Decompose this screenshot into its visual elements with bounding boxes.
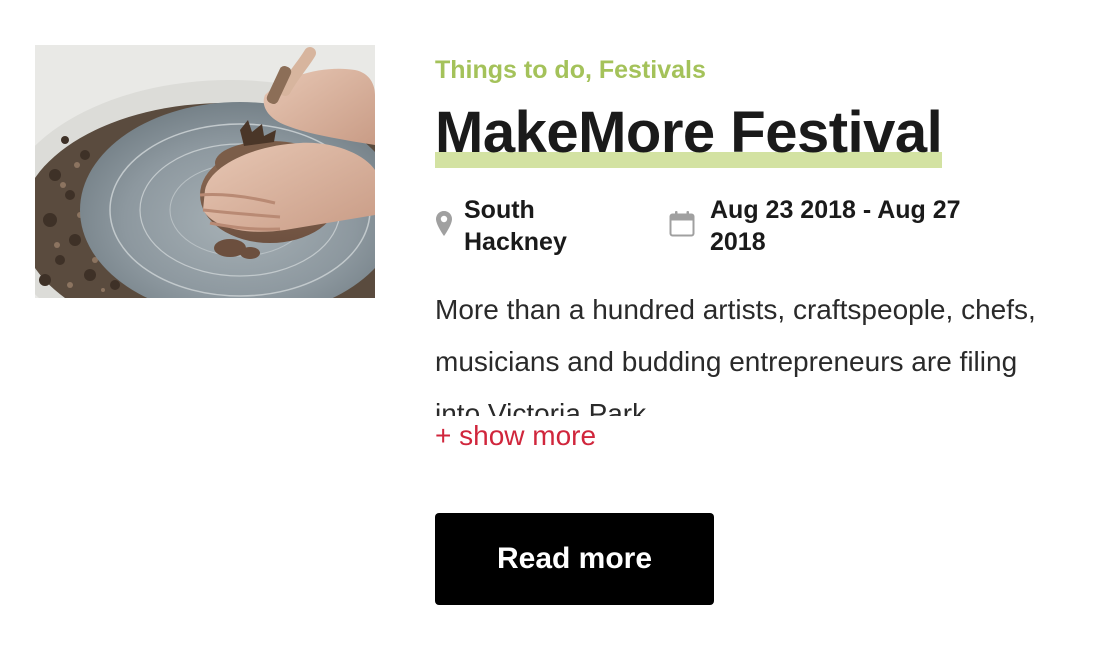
event-meta: South Hackney Aug 23 2018 - Aug 27 2018 — [435, 194, 1055, 260]
event-thumbnail[interactable] — [35, 45, 375, 298]
date-line-1: Aug 23 2018 - Aug 27 — [710, 196, 961, 224]
event-location: South Hackney — [435, 194, 635, 258]
location-line-2: Hackney — [464, 228, 567, 256]
show-more-link[interactable]: + show more — [435, 418, 596, 454]
event-categories[interactable]: Things to do, Festivals — [435, 52, 706, 88]
date-text: Aug 23 2018 - Aug 27 2018 — [710, 194, 961, 258]
location-text: South Hackney — [464, 194, 567, 258]
title-wrapper: MakeMore Festival — [435, 100, 1055, 171]
calendar-icon — [669, 211, 695, 237]
event-card: Things to do, Festivals MakeMore Festiva… — [0, 0, 1111, 648]
date-line-2: 2018 — [710, 228, 766, 256]
location-line-1: South — [464, 196, 535, 224]
read-more-button[interactable]: Read more — [435, 513, 714, 605]
map-pin-icon — [436, 211, 452, 236]
event-title[interactable]: MakeMore Festival — [435, 100, 943, 171]
event-date: Aug 23 2018 - Aug 27 2018 — [669, 194, 999, 258]
event-description: More than a hundred artists, craftspeopl… — [435, 294, 1036, 416]
event-content: Things to do, Festivals MakeMore Festiva… — [435, 52, 1055, 454]
